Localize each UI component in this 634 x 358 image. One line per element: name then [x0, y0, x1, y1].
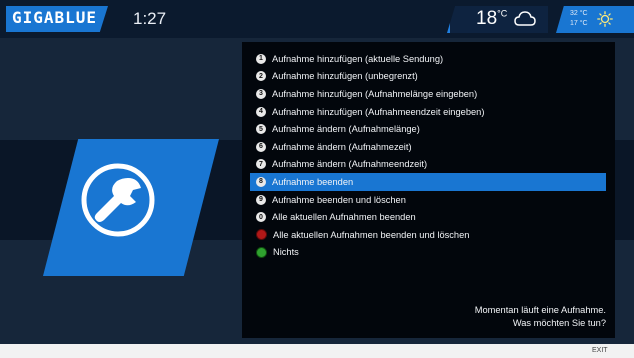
bottom-bar: [0, 344, 634, 358]
menu-item-label: Aufnahme ändern (Aufnahmelänge): [272, 124, 420, 135]
menu-item-label: Aufnahme hinzufügen (unbegrenzt): [272, 71, 418, 82]
cloud-icon: [514, 11, 536, 26]
temperature-value: 18: [476, 8, 498, 29]
menu-item-label: Alle aktuellen Aufnahmen beenden: [272, 212, 416, 223]
menu-item-change-duration[interactable]: 5 Aufnahme ändern (Aufnahmelänge): [250, 120, 606, 138]
recording-question: Momentan läuft eine Aufnahme. Was möchte…: [475, 304, 606, 330]
number-key-7-icon: 7: [256, 159, 266, 170]
brand-logo: GIGABLUE: [12, 8, 98, 27]
current-temperature: 18°C: [476, 8, 507, 30]
menu-item-label: Aufnahme ändern (Aufnahmeendzeit): [272, 159, 428, 170]
clock: 1:27: [133, 9, 167, 28]
menu-item-stop-all-and-delete[interactable]: Alle aktuellen Aufnahmen beenden und lös…: [250, 226, 606, 244]
menu-item-label: Aufnahme hinzufügen (Aufnahmelänge einge…: [272, 88, 478, 99]
number-key-9-icon: 9: [256, 194, 266, 205]
menu-item-label: Aufnahme beenden: [272, 176, 354, 187]
menu-item-label: Aufnahme ändern (Aufnahmezeit): [272, 141, 412, 152]
forecast-high: 32 °C: [570, 10, 588, 17]
menu-item-add-unlimited[interactable]: 2 Aufnahme hinzufügen (unbegrenzt): [250, 68, 606, 86]
menu-item-add-duration[interactable]: 3 Aufnahme hinzufügen (Aufnahmelänge eing…: [250, 85, 606, 103]
number-key-1-icon: 1: [256, 53, 266, 64]
question-line-2: Was möchten Sie tun?: [512, 318, 606, 328]
number-key-2-icon: 2: [256, 71, 266, 82]
menu-item-nothing[interactable]: Nichts: [250, 244, 606, 262]
top-bar: GIGABLUE 1:27 18°C 32 °C 17 °C: [0, 0, 634, 38]
number-key-6-icon: 6: [256, 141, 266, 152]
number-key-5-icon: 5: [256, 124, 266, 135]
red-button-icon: [256, 229, 267, 241]
menu-item-label: Aufnahme hinzufügen (aktuelle Sendung): [272, 53, 444, 64]
sun-icon: [597, 11, 613, 27]
green-button-icon: [256, 246, 267, 258]
menu-item-stop-all[interactable]: 0 Alle aktuellen Aufnahmen beenden: [250, 208, 606, 226]
menu-item-label: Nichts: [273, 247, 299, 258]
number-key-8-icon: 8: [256, 176, 266, 187]
recording-options-list: 1 Aufnahme hinzufügen (aktuelle Sendung) …: [250, 50, 606, 261]
number-key-4-icon: 4: [256, 106, 266, 117]
temperature-unit: °C: [497, 8, 508, 19]
menu-item-label: Alle aktuellen Aufnahmen beenden und lös…: [273, 229, 470, 240]
menu-item-change-endtime[interactable]: 7 Aufnahme ändern (Aufnahmeendzeit): [250, 156, 606, 174]
number-key-0-icon: 0: [256, 212, 266, 223]
wrench-icon: [81, 163, 155, 237]
forecast-low: 17 °C: [570, 20, 588, 27]
number-key-3-icon: 3: [256, 88, 266, 99]
forecast-box: [556, 6, 634, 33]
menu-item-change-time[interactable]: 6 Aufnahme ändern (Aufnahmezeit): [250, 138, 606, 156]
menu-item-label: Aufnahme hinzufügen (Aufnahmeendzeit ein…: [272, 106, 485, 117]
exit-button[interactable]: EXIT: [592, 347, 608, 354]
menu-item-add-current[interactable]: 1 Aufnahme hinzufügen (aktuelle Sendung): [250, 50, 606, 68]
menu-item-add-endtime[interactable]: 4 Aufnahme hinzufügen (Aufnahmeendzeit ei…: [250, 103, 606, 121]
menu-item-label: Aufnahme beenden und löschen: [272, 194, 406, 205]
menu-item-stop-recording[interactable]: 8 Aufnahme beenden: [250, 173, 606, 191]
menu-item-stop-and-delete[interactable]: 9 Aufnahme beenden und löschen: [250, 191, 606, 209]
question-line-1: Momentan läuft eine Aufnahme.: [474, 305, 606, 315]
